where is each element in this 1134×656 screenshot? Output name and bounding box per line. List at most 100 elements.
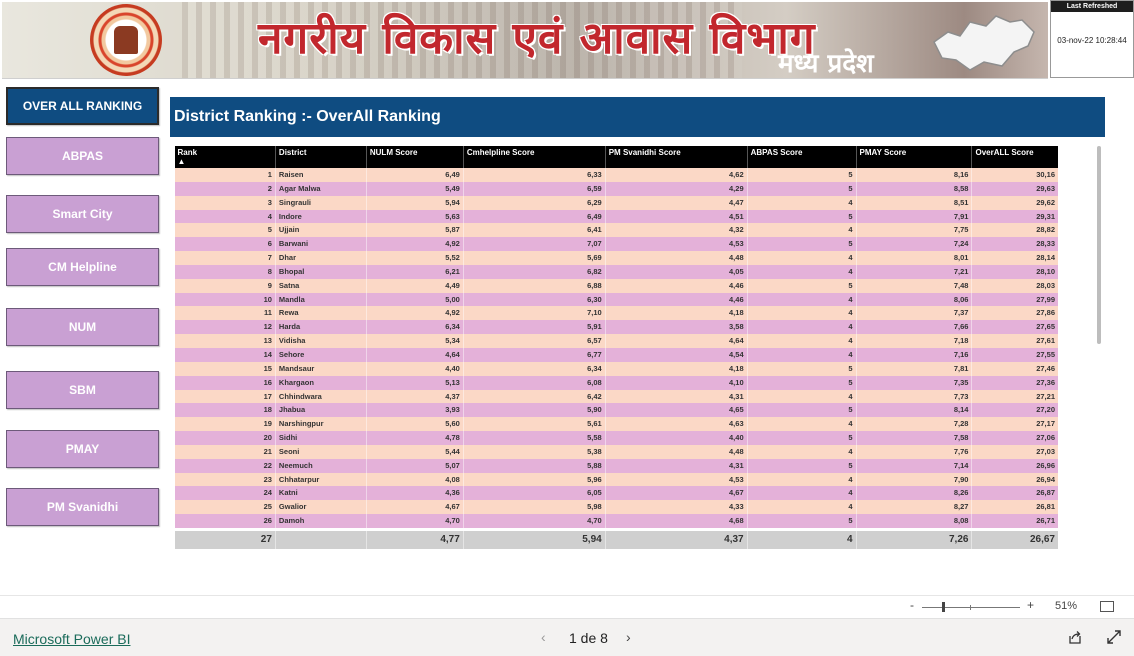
table-row[interactable]: 23 Chhatarpur 4,08 5,96 4,53 4 7,90 26,94 bbox=[174, 472, 1058, 487]
cell-cmhelpline: 5,38 bbox=[462, 444, 606, 459]
zoom-in-button[interactable]: + bbox=[1027, 598, 1034, 612]
zoom-slider-handle[interactable] bbox=[942, 602, 945, 612]
cell-district: Chhindwara bbox=[274, 389, 367, 404]
cell-cmhelpline: 6,42 bbox=[462, 389, 606, 404]
cell-cmhelpline: 6,29 bbox=[462, 195, 606, 210]
total-cell-pmay: 7,26 bbox=[855, 527, 972, 549]
nav-smart-city-button[interactable]: Smart City bbox=[6, 195, 159, 233]
cell-abpas: 4 bbox=[746, 417, 857, 432]
table-row[interactable]: 10 Mandla 5,00 6,30 4,46 4 8,06 27,99 bbox=[174, 292, 1058, 307]
fullscreen-icon[interactable] bbox=[1106, 629, 1122, 645]
cell-overall: 26,96 bbox=[971, 458, 1058, 473]
cell-nulm: 5,87 bbox=[365, 223, 464, 238]
nav-pmay-button[interactable]: PMAY bbox=[6, 430, 159, 468]
table-row[interactable]: 2 Agar Malwa 5,49 6,59 4,29 5 8,58 29,63 bbox=[174, 181, 1058, 196]
cell-pm-svanidhi: 4,53 bbox=[604, 237, 748, 252]
zoom-out-button[interactable]: - bbox=[910, 598, 914, 612]
cell-cmhelpline: 5,58 bbox=[462, 431, 606, 445]
cell-rank: 25 bbox=[174, 500, 276, 515]
cell-cmhelpline: 5,88 bbox=[462, 458, 606, 473]
cell-cmhelpline: 6,34 bbox=[462, 361, 606, 376]
table-header-row: Rank ▲ District NULM Score Cmhelpline Sco… bbox=[174, 146, 1058, 168]
nav-overall-ranking-button[interactable]: OVER ALL RANKING bbox=[6, 87, 159, 125]
cell-pm-svanidhi: 4,62 bbox=[604, 168, 748, 182]
cell-nulm: 4,92 bbox=[365, 237, 464, 252]
table-row[interactable]: 17 Chhindwara 4,37 6,42 4,31 4 7,73 27,21 bbox=[174, 389, 1058, 404]
cell-pmay: 8,16 bbox=[855, 168, 972, 182]
table-row[interactable]: 4 Indore 5,63 6,49 4,51 5 7,91 29,31 bbox=[174, 209, 1058, 224]
cell-pmay: 8,01 bbox=[855, 251, 972, 265]
cell-abpas: 5 bbox=[746, 168, 857, 182]
cell-pmay: 7,66 bbox=[855, 320, 972, 335]
table-row[interactable]: 15 Mandsaur 4,40 6,34 4,18 5 7,81 27,46 bbox=[174, 361, 1058, 376]
cell-overall: 28,03 bbox=[971, 278, 1058, 293]
cell-pm-svanidhi: 4,46 bbox=[604, 278, 748, 293]
previous-page-button[interactable]: ‹ bbox=[541, 629, 546, 645]
column-header-rank[interactable]: Rank ▲ bbox=[174, 146, 276, 168]
column-header-pm-svanidhi[interactable]: PM Svanidhi Score bbox=[604, 146, 748, 168]
cell-nulm: 5,13 bbox=[365, 375, 464, 390]
table-row[interactable]: 24 Katni 4,36 6,05 4,67 4 8,26 26,87 bbox=[174, 486, 1058, 501]
table-row[interactable]: 3 Singrauli 5,94 6,29 4,47 4 8,51 29,62 bbox=[174, 195, 1058, 210]
column-header-nulm[interactable]: NULM Score bbox=[365, 146, 464, 168]
table-row[interactable]: 12 Harda 6,34 5,91 3,58 4 7,66 27,65 bbox=[174, 320, 1058, 335]
cell-overall: 29,62 bbox=[971, 195, 1058, 210]
cell-cmhelpline: 6,77 bbox=[462, 347, 606, 362]
table-row[interactable]: 20 Sidhi 4,78 5,58 4,40 5 7,58 27,06 bbox=[174, 431, 1058, 445]
column-header-abpas[interactable]: ABPAS Score bbox=[746, 146, 857, 168]
cell-pm-svanidhi: 4,67 bbox=[604, 486, 748, 501]
nav-sbm-button[interactable]: SBM bbox=[6, 371, 159, 409]
table-row[interactable]: 25 Gwalior 4,67 5,98 4,33 4 8,27 26,81 bbox=[174, 500, 1058, 515]
table-row[interactable]: 13 Vidisha 5,34 6,57 4,64 4 7,18 27,61 bbox=[174, 334, 1058, 348]
cell-cmhelpline: 5,91 bbox=[462, 320, 606, 335]
table-row[interactable]: 9 Satna 4,49 6,88 4,46 5 7,48 28,03 bbox=[174, 278, 1058, 293]
column-header-pmay[interactable]: PMAY Score bbox=[855, 146, 972, 168]
cell-pmay: 8,51 bbox=[855, 195, 972, 210]
cell-pm-svanidhi: 4,18 bbox=[604, 306, 748, 321]
table-row[interactable]: 5 Ujjain 5,87 6,41 4,32 4 7,75 28,82 bbox=[174, 223, 1058, 238]
zoom-slider-track[interactable] bbox=[922, 607, 1020, 608]
power-bi-link[interactable]: Microsoft Power BI bbox=[13, 631, 130, 647]
header-banner: नगरीय विकास एवं आवास विभाग मध्य प्रदेश bbox=[2, 2, 1048, 79]
table-row[interactable]: 21 Seoni 5,44 5,38 4,48 4 7,76 27,03 bbox=[174, 444, 1058, 459]
table-row[interactable]: 7 Dhar 5,52 5,69 4,48 4 8,01 28,14 bbox=[174, 251, 1058, 265]
total-cell-cmhelpline: 5,94 bbox=[462, 527, 606, 549]
table-scrollbar[interactable] bbox=[1097, 146, 1101, 344]
cell-nulm: 5,52 bbox=[365, 251, 464, 265]
share-icon[interactable] bbox=[1067, 629, 1083, 645]
nav-num-button[interactable]: NUM bbox=[6, 308, 159, 346]
last-refreshed-card: Last Refreshed 03-nov-22 10:28:44 bbox=[1050, 0, 1134, 78]
cell-district: Raisen bbox=[274, 168, 367, 182]
nav-cm-helpline-button[interactable]: CM Helpline bbox=[6, 248, 159, 286]
column-header-district[interactable]: District bbox=[274, 146, 367, 168]
nav-abpas-button[interactable]: ABPAS bbox=[6, 137, 159, 175]
cell-rank: 21 bbox=[174, 444, 276, 459]
fit-to-page-icon[interactable] bbox=[1100, 601, 1114, 612]
table-row[interactable]: 1 Raisen 6,49 6,33 4,62 5 8,16 30,16 bbox=[174, 168, 1058, 182]
cell-rank: 17 bbox=[174, 389, 276, 404]
cell-abpas: 5 bbox=[746, 181, 857, 196]
cell-district: Neemuch bbox=[274, 458, 367, 473]
table-row[interactable]: 26 Damoh 4,70 4,70 4,68 5 8,08 26,71 bbox=[174, 514, 1058, 530]
table-row[interactable]: 16 Khargaon 5,13 6,08 4,10 5 7,35 27,36 bbox=[174, 375, 1058, 390]
cell-nulm: 5,34 bbox=[365, 334, 464, 348]
table-row[interactable]: 18 Jhabua 3,93 5,90 4,65 5 8,14 27,20 bbox=[174, 403, 1058, 418]
cell-abpas: 5 bbox=[746, 278, 857, 293]
cell-cmhelpline: 6,57 bbox=[462, 334, 606, 348]
table-row[interactable]: 19 Narshingpur 5,60 5,61 4,63 4 7,28 27,17 bbox=[174, 417, 1058, 432]
column-header-overall[interactable]: OverALL Score bbox=[971, 146, 1058, 168]
table-row[interactable]: 14 Sehore 4,64 6,77 4,54 4 7,16 27,55 bbox=[174, 347, 1058, 362]
next-page-button[interactable]: › bbox=[626, 629, 631, 645]
footer-bar: Microsoft Power BI ‹ 1 de 8 › bbox=[0, 618, 1134, 656]
cell-pmay: 7,16 bbox=[855, 347, 972, 362]
table-row[interactable]: 8 Bhopal 6,21 6,82 4,05 4 7,21 28,10 bbox=[174, 264, 1058, 279]
table-row[interactable]: 22 Neemuch 5,07 5,88 4,31 5 7,14 26,96 bbox=[174, 458, 1058, 473]
cell-abpas: 4 bbox=[746, 444, 857, 459]
table-row[interactable]: 11 Rewa 4,92 7,10 4,18 4 7,37 27,86 bbox=[174, 306, 1058, 321]
table-row[interactable]: 6 Barwani 4,92 7,07 4,53 5 7,24 28,33 bbox=[174, 237, 1058, 252]
nav-pm-svanidhi-button[interactable]: PM Svanidhi bbox=[6, 488, 159, 526]
column-header-cmhelpline[interactable]: Cmhelpline Score bbox=[462, 146, 606, 168]
cell-rank: 3 bbox=[174, 195, 276, 210]
cell-pmay: 8,14 bbox=[855, 403, 972, 418]
cell-rank: 22 bbox=[174, 458, 276, 473]
